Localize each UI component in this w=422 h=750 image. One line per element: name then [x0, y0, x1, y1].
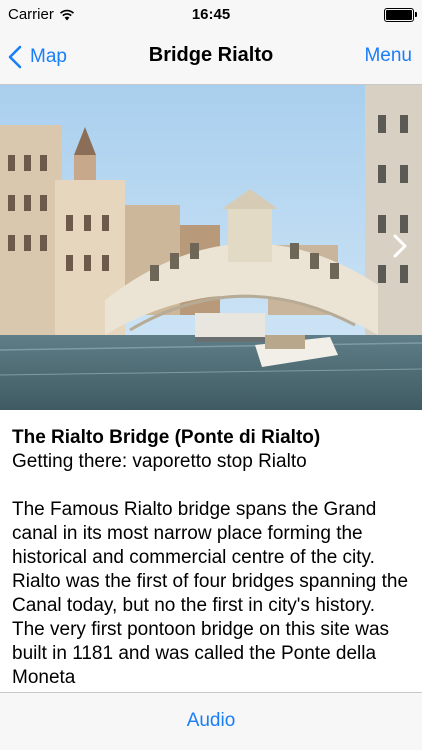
bottom-toolbar: Audio [0, 692, 422, 750]
audio-button[interactable]: Audio [0, 710, 422, 732]
rialto-bridge-photo [0, 85, 422, 410]
back-button[interactable]: Map [8, 42, 67, 72]
battery-icon [384, 8, 417, 22]
article-content: The Rialto Bridge (Ponte di Rialto) Gett… [0, 410, 422, 692]
navigation-bar: Map Bridge Rialto Menu [0, 30, 422, 85]
article-paragraph: The very first pontoon bridge on this si… [12, 619, 390, 688]
back-button-label: Map [30, 46, 67, 67]
article-title: The Rialto Bridge (Ponte di Rialto) [12, 427, 321, 448]
chevron-left-icon [8, 45, 22, 69]
battery-level [386, 10, 412, 20]
article-subtitle: Getting there: vaporetto stop Rialto [12, 451, 307, 472]
status-time: 16:45 [191, 6, 231, 23]
status-bar: Carrier 16:45 [0, 0, 422, 30]
hero-image[interactable] [0, 85, 422, 410]
menu-button[interactable]: Menu [364, 45, 412, 67]
article-paragraph: The Famous Rialto bridge spans the Grand… [12, 499, 409, 616]
chevron-right-icon[interactable] [390, 233, 410, 259]
